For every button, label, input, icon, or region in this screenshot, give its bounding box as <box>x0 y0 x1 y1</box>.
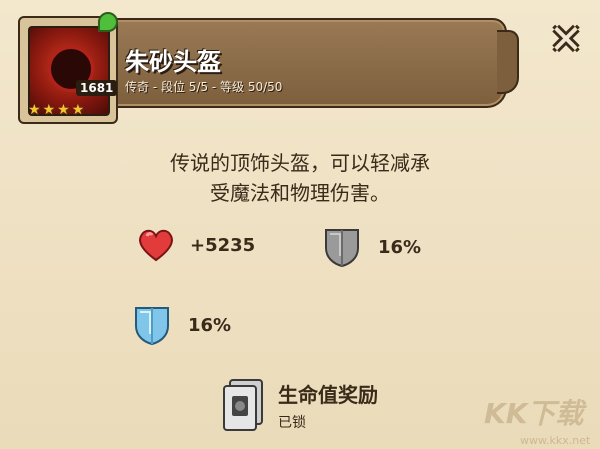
stat-magic-armor: 16% <box>132 304 231 346</box>
item-power-badge: 1681 <box>76 80 118 96</box>
item-description: 传说的顶饰头盔，可以轻减承 受魔法和物理伤害。 <box>100 148 500 208</box>
stat-health: +5235 <box>138 228 255 262</box>
item-subtitle: 传奇 - 段位 5/5 - 等级 50/50 <box>125 80 283 94</box>
upgrade-badge-icon <box>98 12 118 32</box>
watermark-url: www.kkx.net <box>520 434 591 447</box>
star-rating: ★★★★ <box>28 102 87 118</box>
stat-physical-armor-value: 16% <box>378 236 422 258</box>
heart-icon <box>139 229 173 262</box>
health-reward: 生命值奖励 已锁 <box>220 378 378 432</box>
description-line-1: 传说的顶饰头盔，可以轻减承 <box>170 151 430 175</box>
item-icon-frame: 1681 ★★★★ <box>18 12 118 124</box>
close-button[interactable]: ✕ <box>546 17 586 63</box>
reward-text: 生命值奖励 已锁 <box>278 379 378 432</box>
reward-status: 已锁 <box>278 414 306 431</box>
item-title: 朱砂头盔 <box>125 48 221 76</box>
gray-shield-icon <box>325 229 359 268</box>
reward-title: 生命值奖励 <box>278 382 378 407</box>
stat-magic-armor-value: 16% <box>188 314 232 336</box>
description-line-2: 受魔法和物理伤害。 <box>210 181 390 205</box>
watermark-logo: KK下载 <box>484 397 584 430</box>
close-icon: ✕ <box>549 17 583 63</box>
stat-health-value: +5235 <box>190 234 256 256</box>
blue-shield-icon <box>135 307 169 346</box>
stat-physical-armor: 16% <box>322 226 421 268</box>
card-deck-icon <box>223 379 263 431</box>
